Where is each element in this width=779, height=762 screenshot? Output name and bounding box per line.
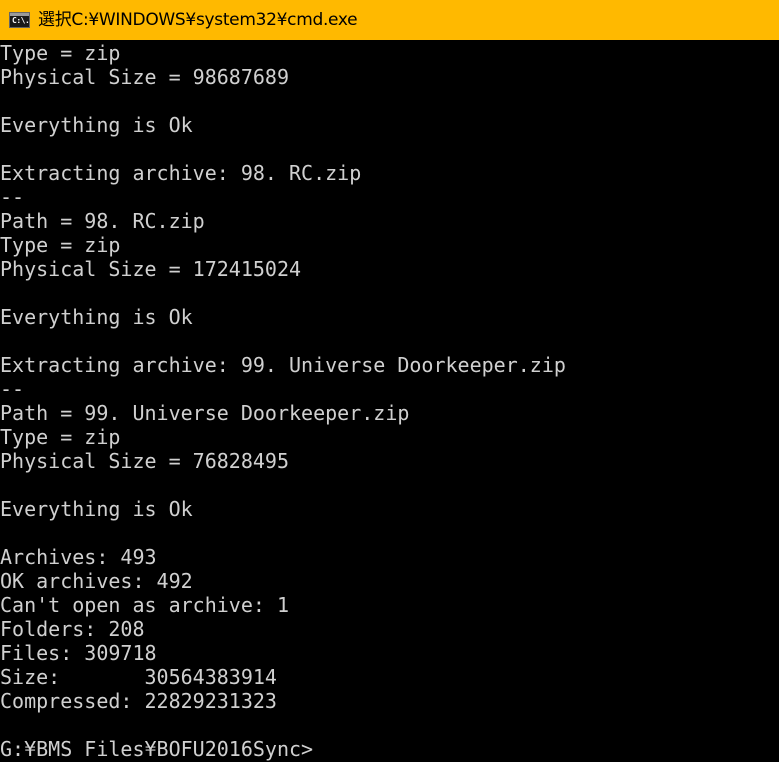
console-line: Type = zip bbox=[0, 41, 121, 65]
console-line bbox=[0, 713, 779, 737]
console-line: Files: 309718 bbox=[0, 641, 157, 665]
console-line: Compressed: 22829231323 bbox=[0, 689, 277, 713]
console-line: Type = zip bbox=[0, 233, 121, 257]
cmd-icon-label: C:\. bbox=[12, 16, 30, 25]
console-line bbox=[0, 329, 779, 353]
console-line: Physical Size = 76828495 bbox=[0, 449, 289, 473]
console-line bbox=[0, 89, 779, 113]
command-prompt[interactable]: G:¥BMS Files¥BOFU2016Sync> bbox=[0, 737, 779, 761]
console-line: OK archives: 492 bbox=[0, 569, 193, 593]
console-line: -- bbox=[0, 377, 25, 401]
console-line: Everything is Ok bbox=[0, 305, 193, 329]
console-line bbox=[0, 281, 779, 305]
console-line bbox=[0, 521, 779, 545]
console-line bbox=[0, 137, 779, 161]
console-line: Path = 98. RC.zip bbox=[0, 209, 205, 233]
console-line: Everything is Ok bbox=[0, 113, 193, 137]
console-line: Path = 99. Universe Doorkeeper.zip bbox=[0, 401, 410, 425]
console-line: Archives: 493 bbox=[0, 545, 157, 569]
console-line: -- bbox=[0, 185, 25, 209]
console-line: Physical Size = 172415024 bbox=[0, 257, 302, 281]
console-line: Physical Size = 98687689 bbox=[0, 65, 289, 89]
cmd-app-icon[interactable]: C:\. bbox=[9, 12, 30, 28]
console-line: Type = zip bbox=[0, 425, 121, 449]
console-line: Extracting archive: 98. RC.zip bbox=[0, 161, 362, 185]
console-line bbox=[0, 473, 779, 497]
console-line: Can't open as archive: 1 bbox=[0, 593, 289, 617]
window-title: 選択C:¥WINDOWS¥system32¥cmd.exe bbox=[38, 10, 358, 30]
console-line: Size: 30564383914 bbox=[0, 665, 277, 689]
title-bar[interactable]: C:\. 選択C:¥WINDOWS¥system32¥cmd.exe bbox=[0, 0, 779, 40]
console-line: Extracting archive: 99. Universe Doorkee… bbox=[0, 353, 566, 377]
console-output[interactable]: Type = zip Physical Size = 98687689 Ever… bbox=[0, 41, 779, 762]
console-line: Folders: 208 bbox=[0, 617, 145, 641]
console-line: Everything is Ok bbox=[0, 497, 193, 521]
